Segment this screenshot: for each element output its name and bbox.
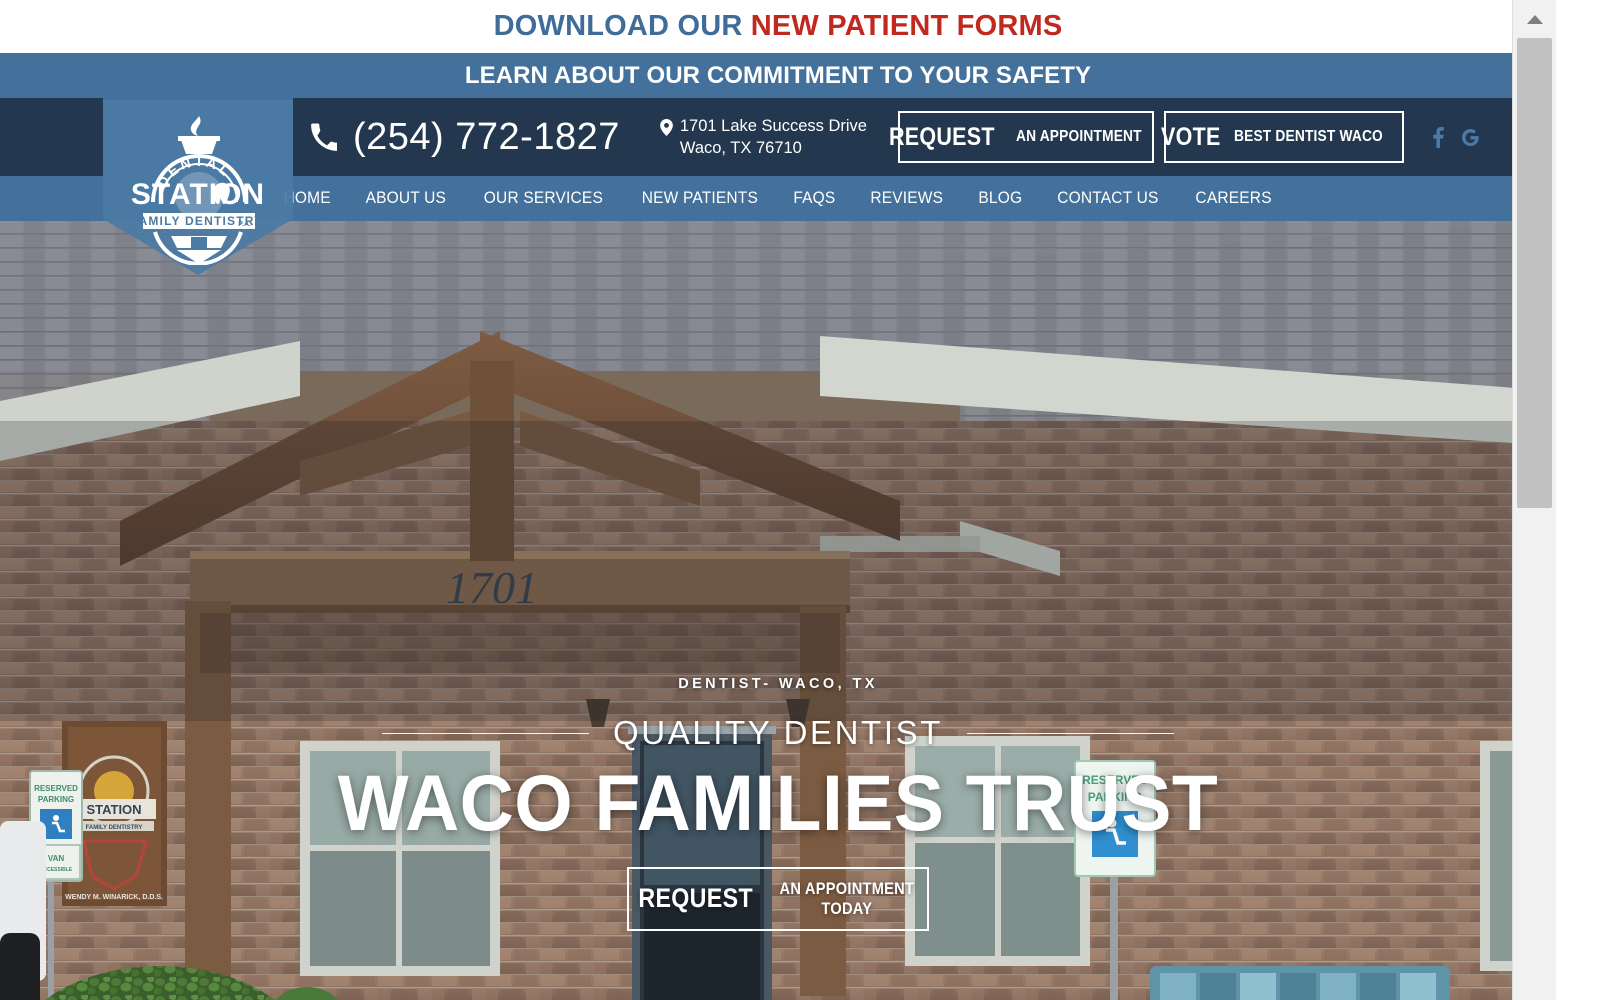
hero-content: DENTIST- WACO, TX QUALITY DENTIST WACO F… [0,676,1556,931]
site-logo[interactable]: DENTAL STATION FAMILY DENTISTRY P.A. [123,110,273,266]
scrollbar-thumb[interactable] [1517,38,1552,508]
phone-icon [311,123,337,151]
svg-text:STATION: STATION [131,178,265,211]
google-icon [1461,128,1479,146]
browser-scrollbar[interactable] [1512,0,1556,1000]
hero-rule-right [966,732,1174,734]
hero-cta-light: AN APPOINTMENT TODAY [779,878,915,918]
nav-item-our-services[interactable]: OUR SERVICES [484,189,603,208]
outdoor-bench [1150,966,1450,1000]
hero-rule-left [382,732,590,734]
announcement-bar-forms[interactable]: DOWNLOAD OUR NEW PATIENT FORMS [0,0,1556,53]
announcement-bar-safety[interactable]: LEARN ABOUT OUR COMMITMENT TO YOUR SAFET… [0,53,1556,98]
nav-item-reviews[interactable]: REVIEWS [870,189,943,208]
nav-list: HOME ABOUT US OUR SERVICES NEW PATIENTS … [282,189,1274,208]
nav-item-contact-us[interactable]: CONTACT US [1058,189,1159,208]
phone-link[interactable]: (254) 772-1827 [310,116,620,159]
header-left-dark-block [0,98,103,176]
announcement-forms-text: DOWNLOAD OUR NEW PATIENT FORMS [494,10,1063,43]
nav-item-home[interactable]: HOME [283,189,330,208]
hero-subtitle: QUALITY DENTIST [613,714,943,751]
hero-cta-strong: REQUEST [638,883,753,914]
nav-item-blog[interactable]: BLOG [978,189,1022,208]
vote-best-dentist-button[interactable]: VOTE BEST DENTIST WACO [1160,111,1404,163]
announcement-forms-prefix: DOWNLOAD OUR [493,10,751,42]
hero-title: WACO FAMILIES TRUST [337,758,1219,847]
facebook-icon [1433,126,1444,148]
request-button-strong: REQUEST [889,122,996,151]
hero-eyebrow: DENTIST- WACO, TX [678,676,878,692]
nav-item-faqs[interactable]: FAQS [794,189,836,208]
hero-subtitle-row: QUALITY DENTIST [0,714,1556,752]
announcement-safety-text: LEARN ABOUT OUR COMMITMENT TO YOUR SAFET… [464,61,1092,89]
vote-button-strong: VOTE [1160,122,1221,151]
nav-item-new-patients[interactable]: NEW PATIENTS [641,189,757,208]
header-dark-panel: (254) 772-1827 1701 Lake Success Drive W… [293,98,1556,176]
address-link[interactable]: 1701 Lake Success Drive Waco, TX 76710 [659,115,867,160]
map-pin-icon [659,118,673,136]
scroll-up-arrow-icon [1526,14,1543,24]
scrollbar-up-button[interactable] [1513,0,1556,38]
nav-item-about-us[interactable]: ABOUT US [366,189,447,208]
announcement-forms-highlight: NEW PATIENT FORMS [750,10,1063,42]
page-root: DOWNLOAD OUR NEW PATIENT FORMS LEARN ABO… [0,0,1556,1000]
request-appointment-button[interactable]: REQUEST AN APPOINTMENT [889,111,1154,163]
hero-section: 1701 STATION FAMILY DENTISTRY WENDY M. W… [0,221,1556,1000]
request-button-light: AN APPOINTMENT [1016,128,1143,145]
address-text: 1701 Lake Success Drive Waco, TX 76710 [680,115,867,160]
svg-text:P.A.: P.A. [238,221,251,228]
dental-station-logo-icon: DENTAL STATION FAMILY DENTISTRY P.A. [131,116,265,266]
phone-number: (254) 772-1827 [353,115,620,158]
google-link[interactable] [1461,127,1479,148]
address-line-2: Waco, TX 76710 [679,139,802,157]
social-links [1430,126,1479,148]
facebook-link[interactable] [1430,126,1447,148]
nav-item-careers[interactable]: CAREERS [1195,189,1271,208]
logo-banner: DENTAL STATION FAMILY DENTISTRY P.A. [103,100,293,275]
address-line-1: 1701 Lake Success Drive [679,116,867,135]
vote-button-light: BEST DENTIST WACO [1234,128,1383,145]
hero-request-appointment-button[interactable]: REQUEST AN APPOINTMENT TODAY [627,866,929,931]
